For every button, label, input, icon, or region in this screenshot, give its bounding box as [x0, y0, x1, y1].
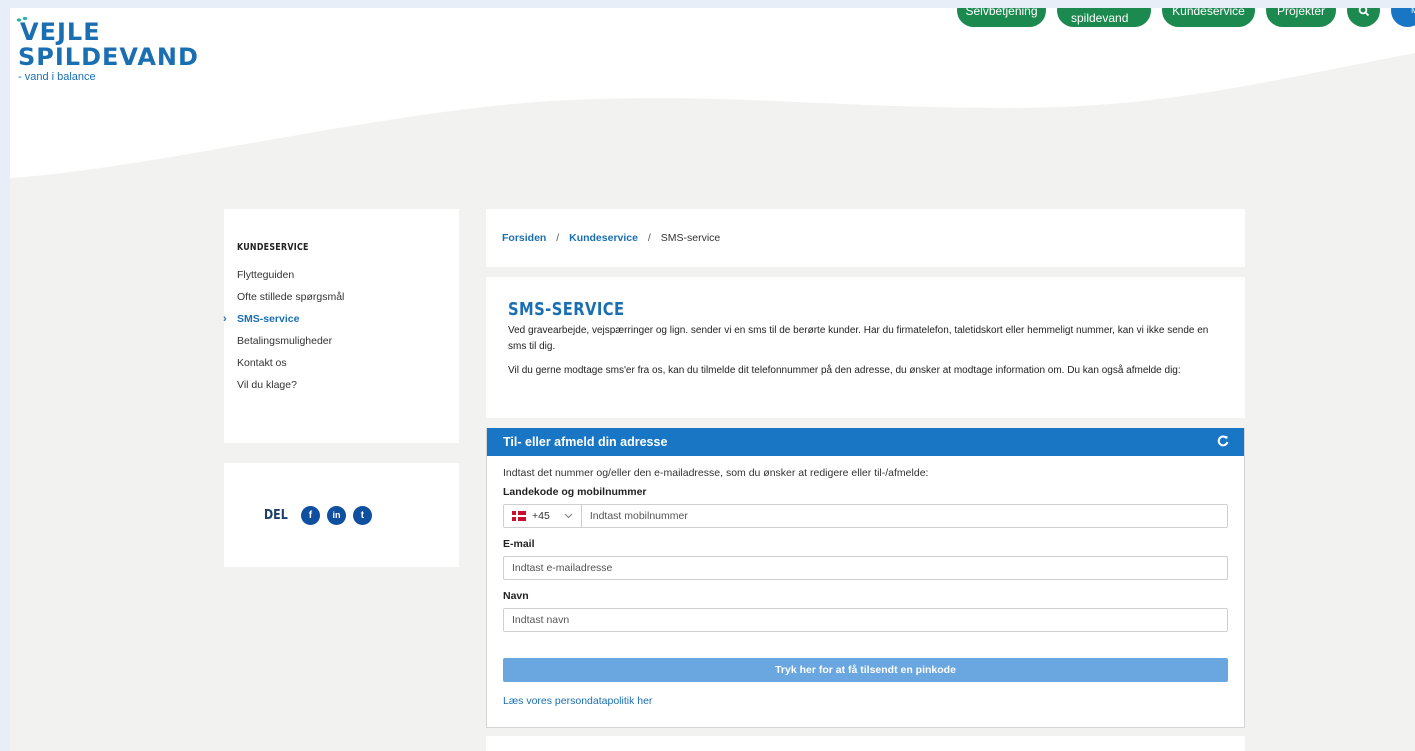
- name-placeholder: Indtast navn: [512, 614, 570, 626]
- nav-kundeservice[interactable]: Kundeservice: [1162, 8, 1255, 27]
- nav-dit-spildevand[interactable]: Dit spildevand: [1057, 8, 1151, 27]
- sidebar-item-faq[interactable]: Ofte stillede spørgsmål: [237, 290, 459, 312]
- intro-paragraph-1: Ved gravearbejde, vejspærringer og lign.…: [508, 325, 1209, 352]
- phone-field: +45 Indtast mobilnummer: [503, 504, 1228, 528]
- search-icon: [1358, 8, 1369, 16]
- breadcrumb-separator: /: [647, 232, 651, 244]
- twitter-icon[interactable]: t: [352, 505, 372, 525]
- denmark-flag-icon: [512, 511, 526, 521]
- breadcrumb-kundeservice[interactable]: Kundeservice: [569, 232, 638, 244]
- intro-section: SMS-SERVICE Ved gravearbejde, vejspærrin…: [486, 277, 1245, 418]
- breadcrumb: Forsiden / Kundeservice / SMS-service: [486, 209, 1245, 267]
- chevron-right-icon: ›: [223, 313, 227, 325]
- name-label: Navn: [503, 590, 529, 602]
- send-pincode-button[interactable]: Tryk her for at få tilsendt en pinkode: [503, 658, 1228, 682]
- country-code-select[interactable]: +45: [504, 505, 582, 527]
- linkedin-icon[interactable]: in: [326, 505, 346, 525]
- breadcrumb-forsiden[interactable]: Forsiden: [502, 232, 546, 244]
- logo-tagline: - vand i balance: [18, 71, 96, 83]
- logo[interactable]: VEJLE SPILDEVAND - vand i balance: [16, 16, 199, 83]
- page-title: SMS-SERVICE: [508, 299, 625, 320]
- form-body: Indtast det nummer og/eller den e-mailad…: [487, 456, 1244, 707]
- sidebar-item-betalingsmuligheder[interactable]: Betalingsmuligheder: [237, 334, 459, 356]
- sidebar-item-label: SMS-service: [237, 313, 300, 325]
- share-box: DEL f in t: [224, 463, 459, 567]
- email-label: E-mail: [503, 538, 535, 550]
- sidebar-item-kontakt-os[interactable]: Kontakt os: [237, 356, 459, 378]
- nav-selvbetjening[interactable]: Selvbetjening: [957, 8, 1046, 27]
- menu-button[interactable]: M: [1391, 8, 1415, 27]
- nav-projekter[interactable]: Projekter: [1266, 8, 1336, 27]
- chevron-down-icon: [564, 511, 573, 521]
- form-title: Til- eller afmeld din adresse: [503, 435, 668, 449]
- facebook-icon[interactable]: f: [300, 505, 320, 525]
- phone-input[interactable]: Indtast mobilnummer: [582, 510, 688, 522]
- top-navigation: Selvbetjening Dit spildevand Kundeservic…: [957, 8, 1415, 27]
- sidebar-item-flytteguiden[interactable]: Flytteguiden: [237, 268, 459, 290]
- country-code-value: +45: [532, 510, 550, 522]
- sidebar-item-sms-service[interactable]: › SMS-service: [223, 312, 459, 334]
- subscription-form: Til- eller afmeld din adresse Indtast de…: [486, 428, 1245, 728]
- phone-label: Landekode og mobilnummer: [503, 486, 647, 498]
- menu-label: M: [1411, 8, 1415, 15]
- intro-paragraph-2: Vil du gerne modtage sms'er fra os, kan …: [508, 365, 1181, 376]
- sidebar-heading: KUNDESERVICE: [237, 242, 309, 253]
- search-button[interactable]: [1347, 8, 1380, 27]
- share-label: DEL: [264, 507, 288, 523]
- breadcrumb-separator: /: [556, 232, 560, 244]
- page: Selvbetjening Dit spildevand Kundeservic…: [10, 8, 1415, 751]
- logo-line1: VEJLE: [20, 18, 101, 46]
- refresh-icon[interactable]: [1217, 434, 1229, 451]
- privacy-policy-link[interactable]: Læs vores persondatapolitik her: [503, 695, 1228, 707]
- logo-line2: SPILDEVAND: [18, 43, 199, 71]
- bottom-card: [486, 736, 1245, 751]
- sidebar-item-vil-du-klage[interactable]: Vil du klage?: [237, 378, 459, 400]
- email-input[interactable]: Indtast e-mailadresse: [503, 556, 1228, 580]
- name-input[interactable]: Indtast navn: [503, 608, 1228, 632]
- form-header: Til- eller afmeld din adresse: [487, 428, 1244, 456]
- breadcrumb-current: SMS-service: [660, 232, 721, 244]
- header-wave-background: [10, 8, 1415, 178]
- email-placeholder: Indtast e-mailadresse: [512, 562, 613, 574]
- form-hint: Indtast det nummer og/eller den e-mailad…: [503, 467, 929, 479]
- sidebar-nav: KUNDESERVICE Flytteguiden Ofte stillede …: [223, 209, 459, 443]
